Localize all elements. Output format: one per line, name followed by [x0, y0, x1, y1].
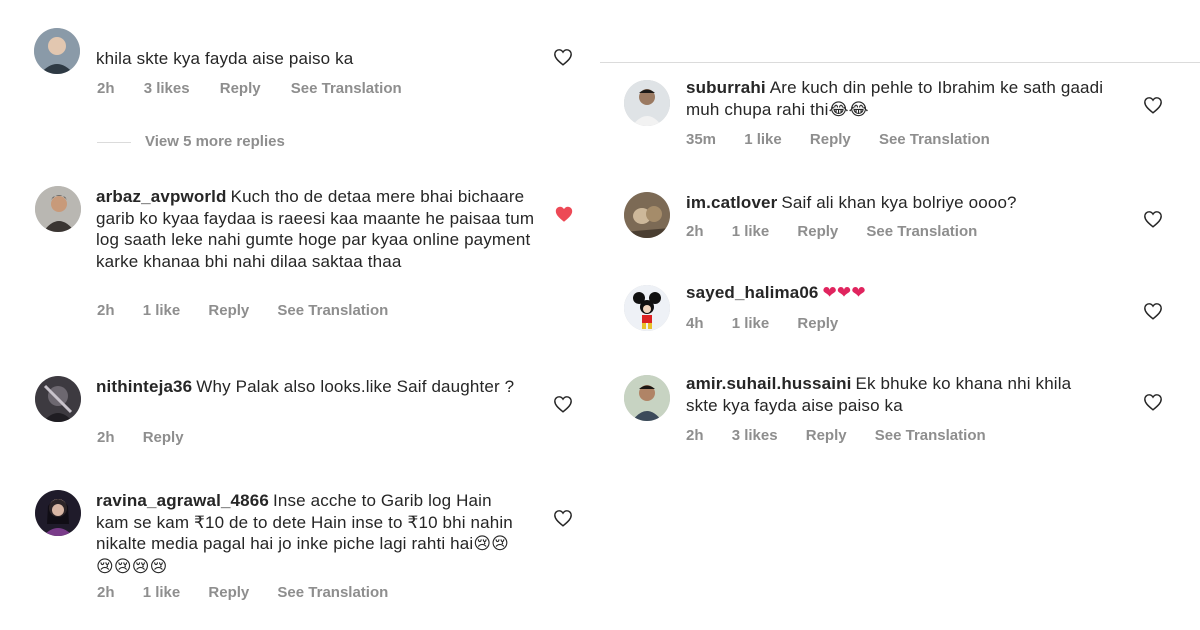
comment-time: 2h: [97, 584, 115, 601]
comment-body: Saif ali khan kya bolriye oooo?: [781, 193, 1017, 212]
comment-time: 2h: [97, 429, 115, 446]
heart-filled-icon[interactable]: [554, 205, 574, 223]
avatar[interactable]: [624, 375, 670, 421]
comment-time: 4h: [686, 315, 704, 332]
comment-text: ravina_agrawal_4866 Inse acche to Garib l…: [96, 490, 526, 578]
likes-link[interactable]: 1 like: [732, 223, 770, 240]
divider: [600, 62, 1200, 63]
comment-text: im.catlover Saif ali khan kya bolriye ooo…: [686, 192, 1106, 214]
comment-time: 2h: [97, 80, 115, 97]
likes-link[interactable]: 1 like: [143, 584, 181, 601]
see-translation-link[interactable]: See Translation: [277, 302, 388, 319]
see-translation-link[interactable]: See Translation: [875, 427, 986, 444]
comment-time: 2h: [686, 427, 704, 444]
username[interactable]: ravina_agrawal_4866: [96, 491, 269, 510]
avatar[interactable]: [35, 186, 81, 232]
see-translation-link[interactable]: See Translation: [866, 223, 977, 240]
comment-body: Why Palak also looks.like Saif daughter …: [196, 377, 515, 396]
avatar[interactable]: [34, 28, 80, 74]
reply-link[interactable]: Reply: [208, 584, 249, 601]
reply-link[interactable]: Reply: [220, 80, 261, 97]
comment-text: khila skte kya fayda aise paiso ka: [96, 49, 354, 68]
heart-outline-icon[interactable]: [553, 509, 573, 527]
heart-outline-icon[interactable]: [1143, 302, 1163, 320]
comment-text: arbaz_avpworld Kuch tho de detaa mere bha…: [96, 186, 541, 272]
see-translation-link[interactable]: See Translation: [277, 584, 388, 601]
likes-link[interactable]: 1 like: [744, 131, 782, 148]
comment-time: 2h: [686, 223, 704, 240]
username[interactable]: im.catlover: [686, 193, 777, 212]
comment-meta: 2h 1 like Reply See Translation: [97, 302, 410, 319]
avatar[interactable]: [35, 376, 81, 422]
replies-line: [97, 141, 131, 143]
comment-meta: 4h 1 like Reply: [686, 315, 860, 332]
username[interactable]: sayed_halima06: [686, 283, 819, 302]
comment-meta: 2h 1 like Reply See Translation: [97, 584, 410, 601]
heart-outline-icon[interactable]: [553, 48, 573, 66]
username[interactable]: suburrahi: [686, 78, 766, 97]
heart-outline-icon[interactable]: [1143, 393, 1163, 411]
likes-link[interactable]: 1 like: [732, 315, 770, 332]
likes-link[interactable]: 3 likes: [732, 427, 778, 444]
likes-link[interactable]: 1 like: [143, 302, 181, 319]
reply-link[interactable]: Reply: [810, 131, 851, 148]
likes-link[interactable]: 3 likes: [144, 80, 190, 97]
heart-outline-icon[interactable]: [553, 395, 573, 413]
comment-meta: 2h 3 likes Reply See Translation: [97, 80, 424, 97]
comment-meta: 2h 3 likes Reply See Translation: [686, 427, 1008, 444]
view-more-replies-label: View 5 more replies: [145, 133, 285, 150]
username[interactable]: amir.suhail.hussaini: [686, 374, 852, 393]
red-heart-emoji-icon: ❤❤❤: [822, 283, 866, 303]
see-translation-link[interactable]: See Translation: [291, 80, 402, 97]
reply-link[interactable]: Reply: [797, 223, 838, 240]
comment-meta: 35m 1 like Reply See Translation: [686, 131, 1012, 148]
comment-text: suburrahi Are kuch din pehle to Ibrahim k…: [686, 77, 1106, 121]
left-comments-panel: khila skte kya fayda aise paiso ka 2h 3 …: [0, 0, 600, 630]
heart-outline-icon[interactable]: [1143, 96, 1163, 114]
reply-link[interactable]: Reply: [143, 429, 184, 446]
reply-link[interactable]: Reply: [208, 302, 249, 319]
comment-text: amir.suhail.hussaini Ek bhuke ko khana nh…: [686, 373, 1106, 416]
view-more-replies-button[interactable]: View 5 more replies: [97, 133, 285, 150]
comment-text: nithinteja36 Why Palak also looks.like Sa…: [96, 376, 516, 398]
avatar[interactable]: [35, 490, 81, 536]
avatar[interactable]: [624, 192, 670, 238]
comment-meta: 2h Reply: [97, 429, 206, 446]
reply-link[interactable]: Reply: [806, 427, 847, 444]
comment-time: 2h: [97, 302, 115, 319]
heart-outline-icon[interactable]: [1143, 210, 1163, 228]
comment-time: 35m: [686, 131, 717, 148]
laughing-emoji-icon: 😂😂: [828, 99, 869, 120]
reply-link[interactable]: Reply: [797, 315, 838, 332]
comment-text: sayed_halima06 ❤❤❤: [686, 282, 1106, 305]
see-translation-link[interactable]: See Translation: [879, 131, 990, 148]
username[interactable]: nithinteja36: [96, 377, 192, 396]
comment-meta: 2h 1 like Reply See Translation: [686, 223, 999, 240]
username[interactable]: arbaz_avpworld: [96, 187, 227, 206]
right-comments-panel: suburrahi Are kuch din pehle to Ibrahim k…: [600, 0, 1200, 630]
avatar[interactable]: [624, 285, 670, 331]
avatar[interactable]: [624, 80, 670, 126]
